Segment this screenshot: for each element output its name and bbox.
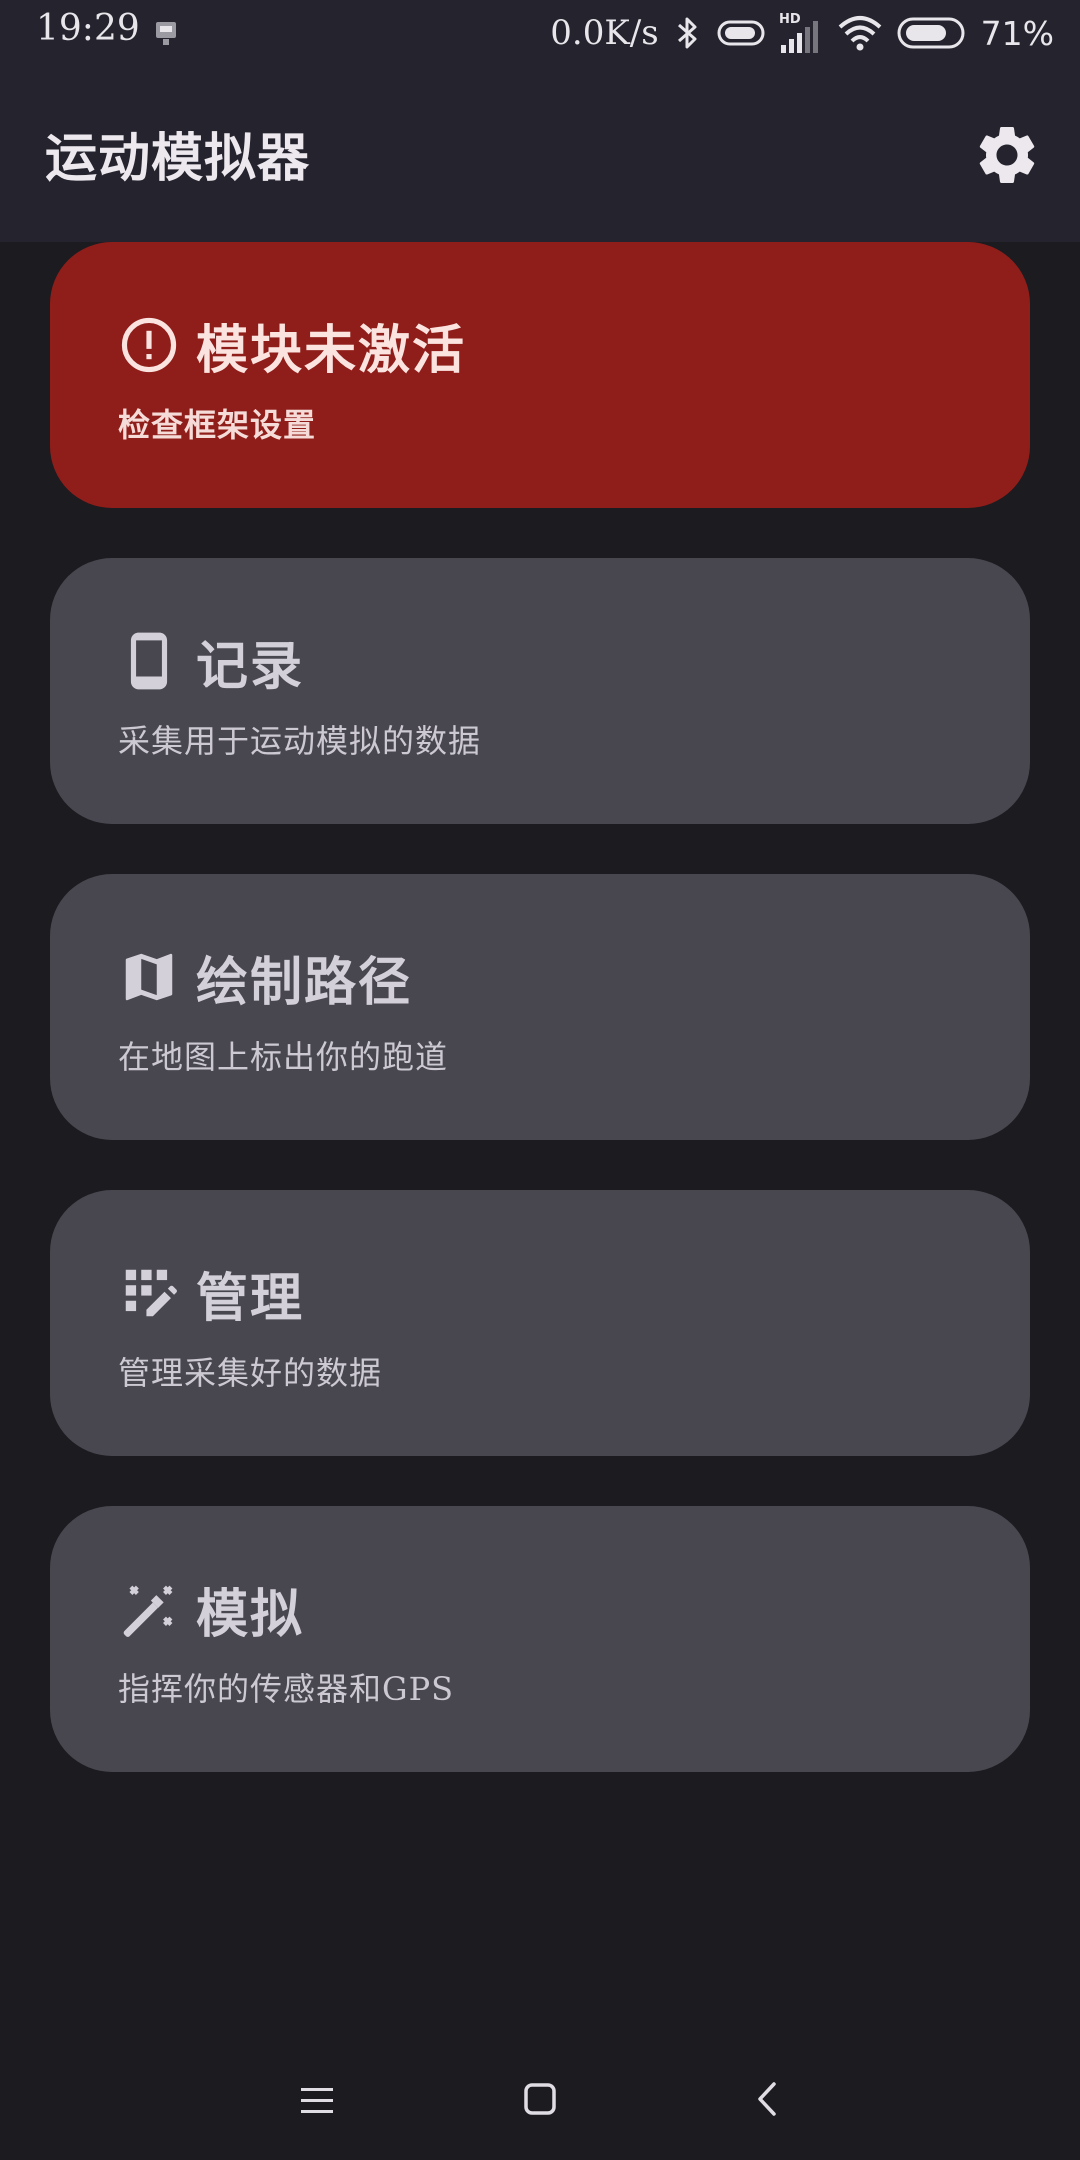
simulate-card[interactable]: 模拟 指挥你的传感器和GPS	[50, 1506, 1030, 1772]
notification-icon	[156, 22, 176, 45]
menu-icon[interactable]	[287, 2070, 347, 2130]
card-title: 绘制路径	[196, 951, 413, 1013]
card-title: 模块未激活	[196, 319, 467, 381]
manage-card[interactable]: 管理 管理采集好的数据	[50, 1190, 1030, 1456]
back-icon[interactable]	[738, 2070, 798, 2130]
draw-route-card[interactable]: 绘制路径 在地图上标出你的跑道	[50, 874, 1030, 1140]
card-subtitle: 采集用于运动模拟的数据	[118, 722, 482, 760]
navigation-bar	[0, 2040, 1080, 2160]
status-icons: 0.0K/s HD 71%	[550, 0, 1054, 66]
home-icon[interactable]	[510, 2070, 570, 2130]
card-subtitle: 在地图上标出你的跑道	[118, 1038, 449, 1076]
card-title: 记录	[196, 635, 305, 697]
status-bar: 19:29 0.0K/s HD 71%	[0, 0, 1080, 66]
status-time: 19:29	[36, 8, 140, 49]
signal-icon: HD	[779, 12, 818, 53]
app-bar: 运动模拟器	[0, 66, 1080, 242]
card-title: 模拟	[196, 1583, 305, 1645]
map-icon	[125, 953, 173, 1001]
net-speed: 0.0K/s	[550, 13, 659, 53]
record-card[interactable]: 记录 采集用于运动模拟的数据	[50, 558, 1030, 824]
app-title: 运动模拟器	[45, 128, 311, 189]
battery-icon	[897, 17, 965, 49]
card-subtitle: 指挥你的传感器和GPS	[118, 1670, 455, 1708]
bluetooth-icon	[677, 17, 697, 49]
module-inactive-card[interactable]: 模块未激活 检查框架设置	[50, 242, 1030, 508]
battery-percent: 71%	[980, 13, 1054, 53]
card-title: 管理	[196, 1267, 305, 1329]
wifi-icon	[838, 16, 881, 51]
card-subtitle: 管理采集好的数据	[118, 1354, 383, 1392]
magic-wand-icon	[123, 1585, 173, 1637]
vibrate-icon	[717, 20, 765, 46]
alert-circle-icon	[121, 317, 177, 373]
phone-icon	[130, 632, 168, 690]
grid-edit-icon	[125, 1269, 177, 1317]
network-type-label: HD	[779, 12, 801, 27]
gear-icon[interactable]	[972, 120, 1042, 190]
card-subtitle: 检查框架设置	[118, 406, 317, 444]
